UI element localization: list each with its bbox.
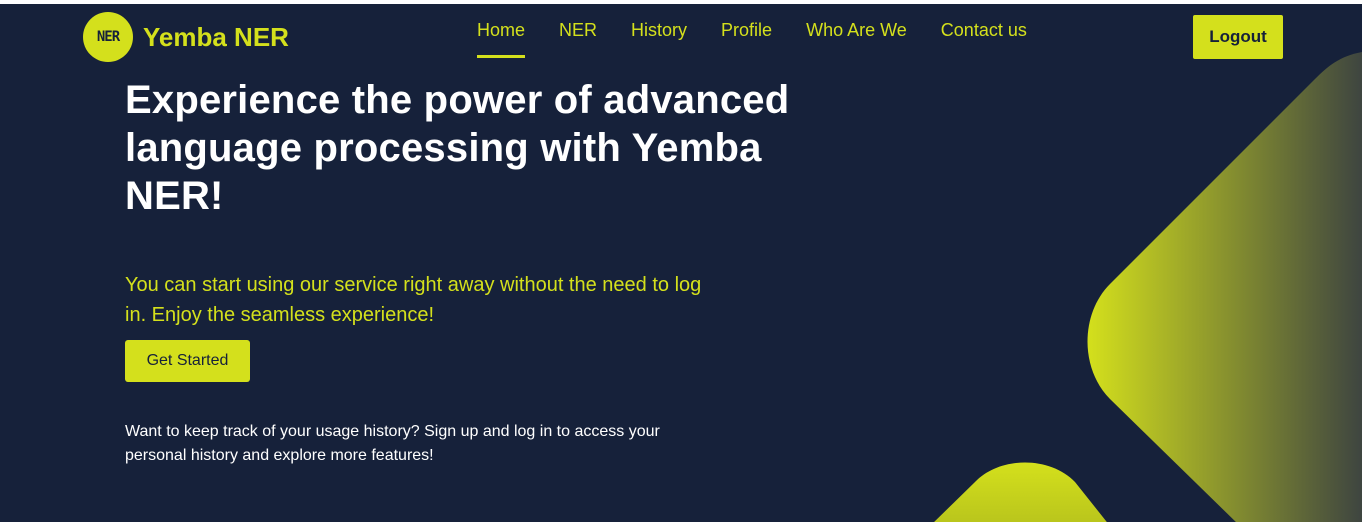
logo-icon: NER (83, 12, 133, 62)
nav-ner[interactable]: NER (542, 18, 614, 58)
main-nav: Home NER History Profile Who Are We Cont… (460, 18, 1044, 58)
nav-home[interactable]: Home (460, 18, 542, 58)
logo-text: NER (96, 29, 120, 45)
hero-note: Want to keep track of your usage history… (125, 423, 660, 464)
hero-subtitle: You can start using our service right aw… (125, 274, 702, 326)
brand-name: Yemba NER (143, 21, 289, 52)
get-started-button[interactable]: Get Started (125, 340, 250, 382)
navbar: NER Yemba NER Home NER History Profile W… (0, 4, 1362, 70)
brand[interactable]: NER Yemba NER (83, 12, 289, 62)
hero-title: Experience the power of advanced languag… (125, 78, 790, 218)
hero-section: Experience the power of advanced languag… (125, 76, 845, 468)
nav-history[interactable]: History (614, 18, 704, 58)
nav-contact-us[interactable]: Contact us (924, 18, 1044, 58)
logout-button[interactable]: Logout (1193, 15, 1283, 59)
nav-profile[interactable]: Profile (704, 18, 789, 58)
nav-who-are-we[interactable]: Who Are We (789, 18, 924, 58)
